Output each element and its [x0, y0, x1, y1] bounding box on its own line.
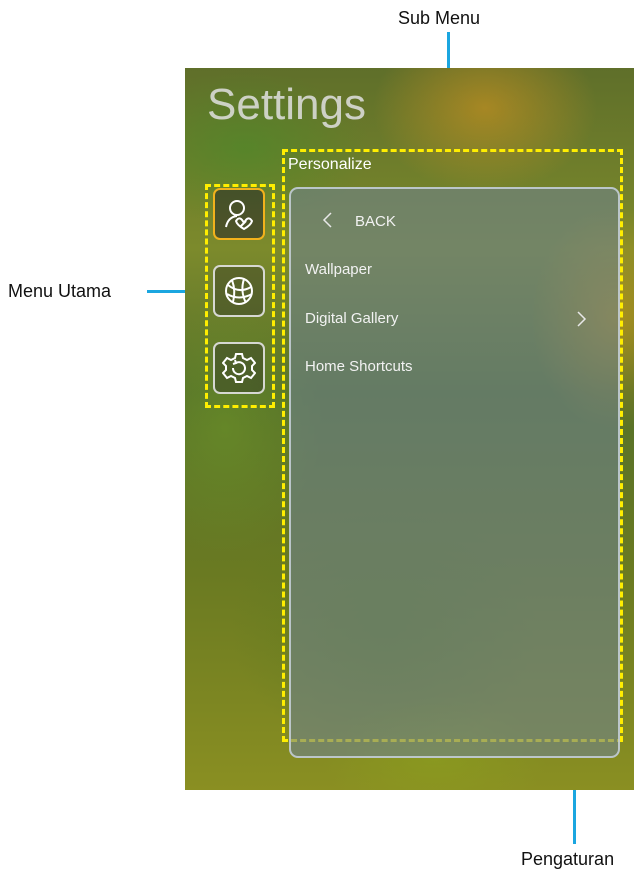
user-personalize-icon: [225, 200, 254, 231]
back-button[interactable]: BACK: [355, 213, 396, 230]
settings-screen: Settings Personalize BACK Wallpaper Digi…: [185, 68, 634, 790]
submenu-item-home-shortcuts[interactable]: Home Shortcuts: [305, 358, 413, 375]
submenu-item-digital-gallery[interactable]: Digital Gallery: [305, 310, 398, 327]
network-menu-button[interactable]: [213, 265, 265, 317]
annotation-sub-menu: Sub Menu: [398, 8, 481, 28]
chevron-left-icon: [322, 212, 332, 228]
personalize-menu-button[interactable]: [213, 188, 265, 240]
submenu-item-wallpaper[interactable]: Wallpaper: [305, 261, 372, 278]
system-menu-button[interactable]: [213, 342, 265, 394]
globe-network-icon: [225, 277, 253, 305]
gear-reset-icon: [222, 353, 256, 383]
annotation-menu-utama: Menu Utama: [8, 281, 112, 301]
chevron-right-icon: [577, 311, 587, 327]
page-title: Settings: [207, 80, 366, 129]
submenu-panel: BACK Wallpaper Digital Gallery Home Shor…: [289, 187, 620, 758]
submenu-header: Personalize: [288, 156, 372, 173]
annotation-pengaturan: Pengaturan: [521, 849, 615, 869]
